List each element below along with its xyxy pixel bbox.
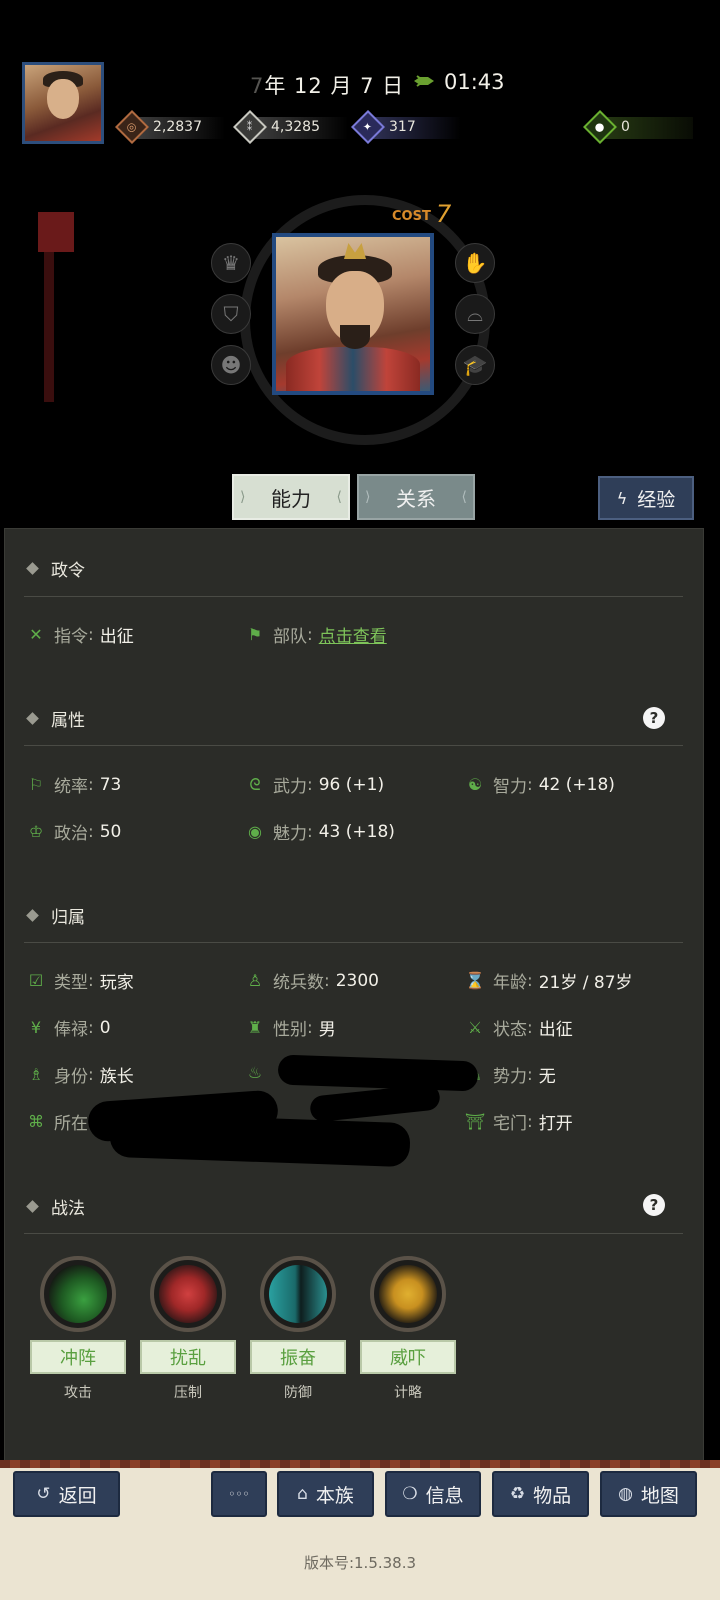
- inspire-face-icon: [269, 1265, 327, 1323]
- field-status: ⚔ 状态: 出征: [465, 1015, 573, 1041]
- disrupt-cluster-icon: [159, 1265, 217, 1323]
- more-icon: ◦◦◦: [228, 1487, 250, 1501]
- resource-coin[interactable]: ◎ 2,2837: [115, 110, 225, 144]
- general-portrait: [272, 233, 434, 395]
- field-force: ᘓ 武力:96 (+1): [245, 772, 384, 798]
- calendar-icon: ☑: [28, 971, 44, 990]
- person-icon: ♙: [247, 971, 263, 990]
- exp-button[interactable]: ϟ 经验: [598, 476, 694, 520]
- resource-gem[interactable]: ● 0: [583, 110, 693, 144]
- clan-icon: ⌂: [297, 1484, 308, 1504]
- muscle-icon: ᘓ: [249, 774, 261, 794]
- skill-disrupt[interactable]: 扰乱 压制: [138, 1256, 238, 1402]
- field-gender: ♜ 性别: 男: [245, 1015, 336, 1041]
- field-troops: ♙ 统兵数:2300: [245, 968, 379, 994]
- section-tactics-title: 战法: [26, 1194, 85, 1219]
- divider: [24, 745, 683, 746]
- yen-coin-icon: ¥: [30, 1018, 42, 1037]
- field-intellect: ☯ 智力:42 (+18): [465, 772, 615, 798]
- back-button[interactable]: ↺ 返回: [13, 1471, 120, 1517]
- city-icon: ⌘: [28, 1112, 44, 1131]
- hand-seed-icon[interactable]: ✋: [455, 243, 495, 283]
- more-button[interactable]: ◦◦◦: [211, 1471, 267, 1517]
- player-avatar[interactable]: [22, 62, 104, 144]
- map-button[interactable]: ◍ 地图: [600, 1471, 697, 1517]
- gem-value: 0: [621, 119, 630, 135]
- lightning-icon: ϟ: [616, 488, 628, 508]
- back-arrow-icon: ↺: [36, 1484, 51, 1504]
- section-attributes-title: 属性: [26, 706, 85, 731]
- charge-arrows-icon: [49, 1265, 107, 1323]
- divider: [24, 1233, 683, 1234]
- field-gate: ⛩ 宅门: 打开: [464, 1111, 573, 1135]
- globe-icon: ◍: [618, 1484, 633, 1504]
- tab-ability[interactable]: ⟩ 能力 ⟨: [232, 474, 350, 520]
- field-age: ⌛ 年龄:21岁 / 87岁: [465, 970, 633, 994]
- field-faction: ♞势力:无: [465, 1062, 556, 1088]
- hourglass-icon: ⌛: [465, 971, 485, 990]
- hat-icon: ♔: [28, 822, 44, 841]
- cost-label: COST: [392, 209, 431, 224]
- mask-icon[interactable]: ☻: [211, 345, 251, 385]
- skill-inspire[interactable]: 振奋 防御: [248, 1256, 348, 1402]
- items-button[interactable]: ♻ 物品: [492, 1471, 589, 1517]
- crossed-swords-icon: ⚔: [467, 1018, 483, 1037]
- hat-icon[interactable]: ⌓: [455, 294, 495, 334]
- crown-icon[interactable]: ♛: [211, 243, 251, 283]
- clan-button[interactable]: ⌂ 本族: [277, 1471, 374, 1517]
- command-icon: ✕: [29, 625, 43, 644]
- field-location: ⌘ 所在: [28, 1112, 88, 1134]
- speed-icon[interactable]: [412, 74, 436, 88]
- bottom-trim: [0, 1460, 720, 1468]
- field-salary: ¥ 俸禄:0: [26, 1015, 111, 1041]
- resource-troop[interactable]: ✦ 317: [351, 110, 461, 144]
- field-troop: ⚑ 部队: 点击查看: [245, 622, 387, 648]
- intimidate-face-icon: [379, 1265, 437, 1323]
- banner-decoration: [38, 212, 74, 402]
- gate-icon: ⛩: [464, 1112, 486, 1131]
- clan-icon: ♨: [247, 1062, 263, 1082]
- info-button[interactable]: ❍ 信息: [385, 1471, 481, 1517]
- items-bag-icon: ♻: [509, 1484, 526, 1504]
- section-orders-title: 政令: [26, 556, 85, 581]
- divider: [24, 942, 683, 943]
- field-type: ☑ 类型: 玩家: [26, 968, 134, 994]
- field-leadership: ⚐ 统率:73: [26, 772, 122, 798]
- skill-charge[interactable]: 冲阵 攻击: [28, 1256, 128, 1402]
- skill-intimidate[interactable]: 威吓 计略: [358, 1256, 458, 1402]
- field-clan: ♨: [245, 1062, 273, 1082]
- field-charm: ◉ 魅力:43 (+18): [245, 819, 395, 845]
- view-troop-link[interactable]: 点击查看: [319, 622, 387, 647]
- grain-value: 4,3285: [271, 119, 320, 135]
- divider: [24, 596, 683, 597]
- armor-icon: ♜: [247, 1018, 263, 1037]
- chat-bubble-icon: ❍: [402, 1484, 418, 1504]
- attributes-help-icon[interactable]: ?: [643, 707, 665, 729]
- eye-icon: ◉: [248, 822, 262, 841]
- figure-icon: ♗: [28, 1065, 44, 1084]
- version-label: 版本号:1.5.38.3: [303, 1554, 417, 1572]
- flag-hand-icon: ⚑: [247, 625, 263, 644]
- tactics-help-icon[interactable]: ?: [643, 1194, 665, 1216]
- helmet-icon[interactable]: ⛉: [211, 294, 251, 334]
- troop-value: 317: [389, 119, 416, 135]
- field-politics: ♔ 政治:50: [26, 819, 122, 845]
- game-date: 7年 12 月 7 日: [250, 74, 405, 98]
- coin-value: 2,2837: [153, 119, 202, 135]
- graduation-cap-icon[interactable]: 🎓: [455, 345, 495, 385]
- field-identity: ♗ 身份: 族长: [26, 1062, 134, 1088]
- field-command: ✕ 指令: 出征: [26, 622, 133, 648]
- tab-relation[interactable]: ⟩ 关系 ⟨: [357, 474, 475, 520]
- game-time: 01:43: [444, 70, 505, 94]
- brain-icon: ☯: [467, 775, 483, 794]
- section-affiliation-title: 归属: [26, 903, 85, 928]
- resource-grain[interactable]: ⁑ 4,3285: [233, 110, 348, 144]
- flag-icon: ⚐: [28, 775, 44, 794]
- cost-value: 7: [436, 200, 452, 228]
